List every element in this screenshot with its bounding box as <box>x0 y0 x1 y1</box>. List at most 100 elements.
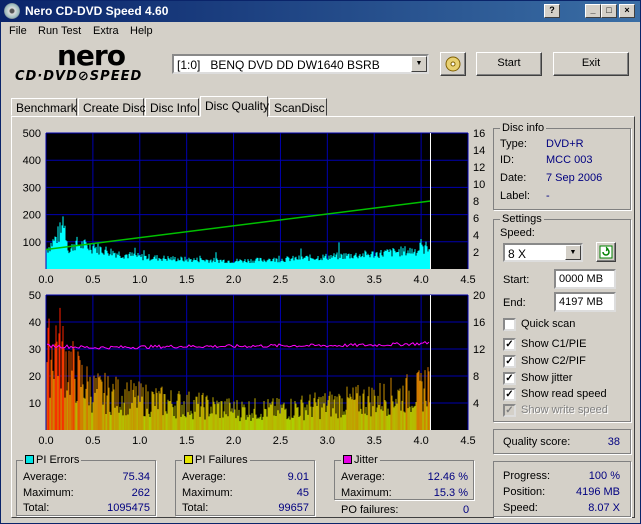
jitter-avg-label: Average: <box>341 471 385 483</box>
progress-label: Progress: <box>503 470 551 482</box>
show-write-speed-label: Show write speed <box>521 404 608 416</box>
pi-total-value: 1095475 <box>107 502 150 514</box>
po-failures-label: PO failures: <box>341 504 399 516</box>
x-tick-label: 4.0 <box>413 435 428 446</box>
y2-tick-label: 14 <box>473 145 485 157</box>
y2-tick-label: 6 <box>473 213 479 225</box>
refresh-button[interactable] <box>596 242 616 262</box>
position-label: Position: <box>503 486 546 498</box>
y2-tick-label: 4 <box>473 398 479 410</box>
y2-tick-label: 8 <box>473 371 479 383</box>
jitter-avg-value: 12.46 % <box>427 471 468 483</box>
end-field[interactable]: 4197 MB <box>554 292 616 312</box>
show-read-speed-label: Show read speed <box>521 388 607 400</box>
quick-scan-checkbox[interactable] <box>503 318 516 331</box>
x-tick-label: 0.5 <box>85 435 100 446</box>
show-jitter-label: Show jitter <box>521 372 573 384</box>
speed-select[interactable]: 8 X ▼ <box>503 243 583 262</box>
show-c2-pif-checkbox[interactable]: ✓ <box>503 355 516 368</box>
pif-total-value: 99657 <box>278 502 309 514</box>
pif-chart: 0.0 0.5 1.0 1.5 2.0 2.5 3.0 3.5 4.0 4.5 50 40 30 20 10… <box>29 290 486 446</box>
tab-create-disc[interactable]: Create Disc <box>78 98 146 116</box>
settings-title: Settings <box>500 213 544 225</box>
y-tick-label: 500 <box>23 128 41 140</box>
eject-button[interactable] <box>440 52 466 76</box>
progress-group: Progress: 100 % Position: 4196 MB Speed:… <box>493 461 631 517</box>
maximize-button[interactable]: □ <box>601 4 617 18</box>
show-read-speed-checkbox[interactable]: ✓ <box>503 388 516 401</box>
x-tick-label: 0.0 <box>38 274 53 286</box>
tab-scandisc[interactable]: ScanDisc <box>269 98 327 116</box>
start-button[interactable]: Start <box>476 52 542 76</box>
x-tick-label: 2.5 <box>273 274 288 286</box>
menu-run-test[interactable]: Run Test <box>38 25 81 37</box>
pi-failures-swatch <box>184 455 193 464</box>
app-icon <box>4 3 20 19</box>
quality-score-group: Quality score: 38 <box>493 429 631 454</box>
y-tick-label: 40 <box>29 317 41 329</box>
pif-avg-value: 9.01 <box>287 471 309 483</box>
x-tick-label: 3.0 <box>320 274 335 286</box>
position-value: 4196 MB <box>575 486 620 498</box>
x-tick-label: 1.5 <box>179 274 194 286</box>
pif-total-label: Total: <box>182 502 209 514</box>
pi-avg-value: 75.34 <box>122 471 150 483</box>
help-window-button[interactable]: ? <box>544 4 560 18</box>
pif-max-label: Maximum: <box>182 487 233 499</box>
drive-select[interactable]: [1:0] BENQ DVD DD DW1640 BSRB ▼ <box>172 54 429 74</box>
pi-errors-swatch <box>25 455 34 464</box>
jitter-title: Jitter <box>341 454 380 466</box>
nero-logo: nero CD·DVD⊘SPEED <box>15 39 143 84</box>
quality-score-label: Quality score: <box>503 436 571 448</box>
type-value: DVD+R <box>546 138 584 150</box>
tab-disc-quality[interactable]: Disc Quality <box>200 96 269 117</box>
label-value: - <box>546 190 550 202</box>
x-tick-label: 2.0 <box>226 435 241 446</box>
y2-tick-label: 2 <box>473 247 479 259</box>
show-c1-pie-label: Show C1/PIE <box>521 338 587 350</box>
chevron-down-icon[interactable]: ▼ <box>565 245 581 260</box>
tab-disc-info[interactable]: Disc Info <box>145 98 199 116</box>
jitter-max-label: Maximum: <box>341 487 392 499</box>
x-tick-label: 1.0 <box>132 274 147 286</box>
minimize-button[interactable]: _ <box>585 4 601 18</box>
jitter-max-value: 15.3 % <box>433 487 468 499</box>
y2-tick-label: 16 <box>473 128 485 140</box>
show-jitter-checkbox[interactable]: ✓ <box>503 372 516 385</box>
app-window: Nero CD-DVD Speed 4.60 ? _ □ × File Run … <box>0 0 641 524</box>
speed-progress-value: 8.07 X <box>588 502 620 514</box>
y-tick-label: 300 <box>23 182 41 194</box>
y2-tick-label: 4 <box>473 230 479 242</box>
menu-help[interactable]: Help <box>130 25 153 37</box>
menu-extra[interactable]: Extra <box>93 25 119 37</box>
show-c1-pie-checkbox[interactable]: ✓ <box>503 338 516 351</box>
y-tick-label: 200 <box>23 210 41 222</box>
jitter-swatch <box>343 455 352 464</box>
exit-button[interactable]: Exit <box>553 52 629 76</box>
y-tick-label: 10 <box>29 398 41 410</box>
quality-score-value: 38 <box>607 436 620 448</box>
close-button[interactable]: × <box>619 4 635 18</box>
start-field[interactable]: 0000 MB <box>554 269 616 289</box>
speed-select-value: 8 X <box>508 247 527 261</box>
menu-file[interactable]: File <box>9 25 27 37</box>
id-value: MCC 003 <box>546 154 593 166</box>
show-write-speed-checkbox: ✓ <box>503 404 516 417</box>
pi-failures-group: PI Failures Average: 9.01 Maximum: 45 To… <box>175 454 315 516</box>
start-label: Start: <box>503 274 530 286</box>
x-tick-label: 0.0 <box>38 435 53 446</box>
x-tick-label: 3.5 <box>367 274 382 286</box>
pif-avg-label: Average: <box>182 471 226 483</box>
x-tick-label: 3.0 <box>320 435 335 446</box>
po-failures-value: 0 <box>463 504 470 516</box>
y-tick-label: 20 <box>29 371 41 383</box>
pi-max-label: Maximum: <box>23 487 74 499</box>
speed-label: Speed: <box>500 227 535 239</box>
chevron-down-icon[interactable]: ▼ <box>411 56 427 72</box>
pi-failures-title: PI Failures <box>182 454 250 466</box>
y2-tick-label: 12 <box>473 344 485 356</box>
progress-value: 100 % <box>588 470 620 482</box>
date-value: 7 Sep 2006 <box>546 172 603 184</box>
y2-tick-label: 10 <box>473 179 485 191</box>
tab-benchmark[interactable]: Benchmark <box>11 98 77 116</box>
